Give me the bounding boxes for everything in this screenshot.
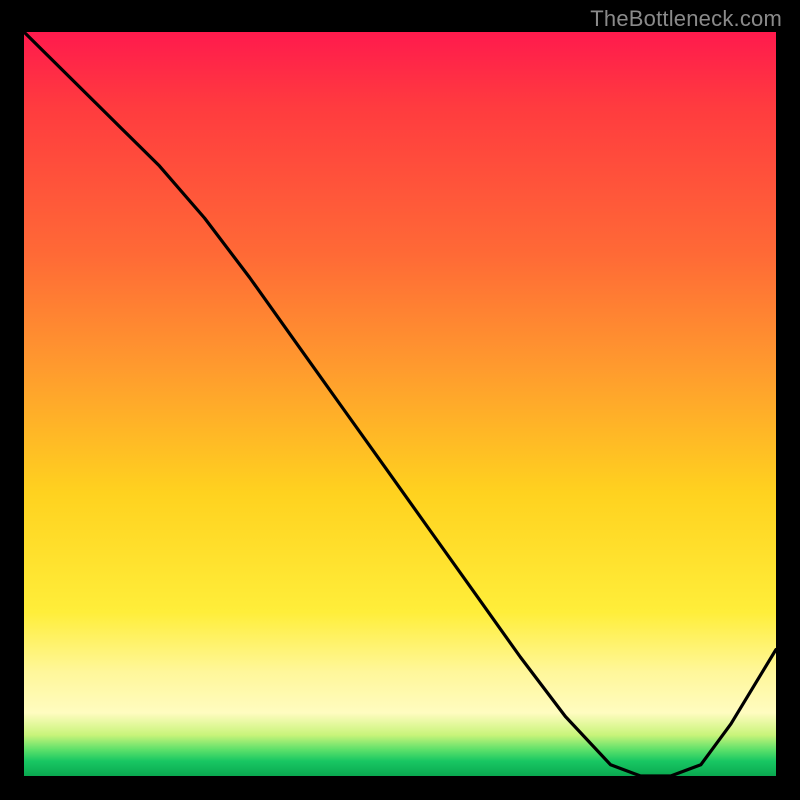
plot-frame [24, 32, 776, 776]
bottleneck-curve [24, 32, 776, 776]
attribution-text: TheBottleneck.com [590, 6, 782, 32]
curve-path [24, 32, 776, 776]
chart-container: TheBottleneck.com [0, 0, 800, 800]
